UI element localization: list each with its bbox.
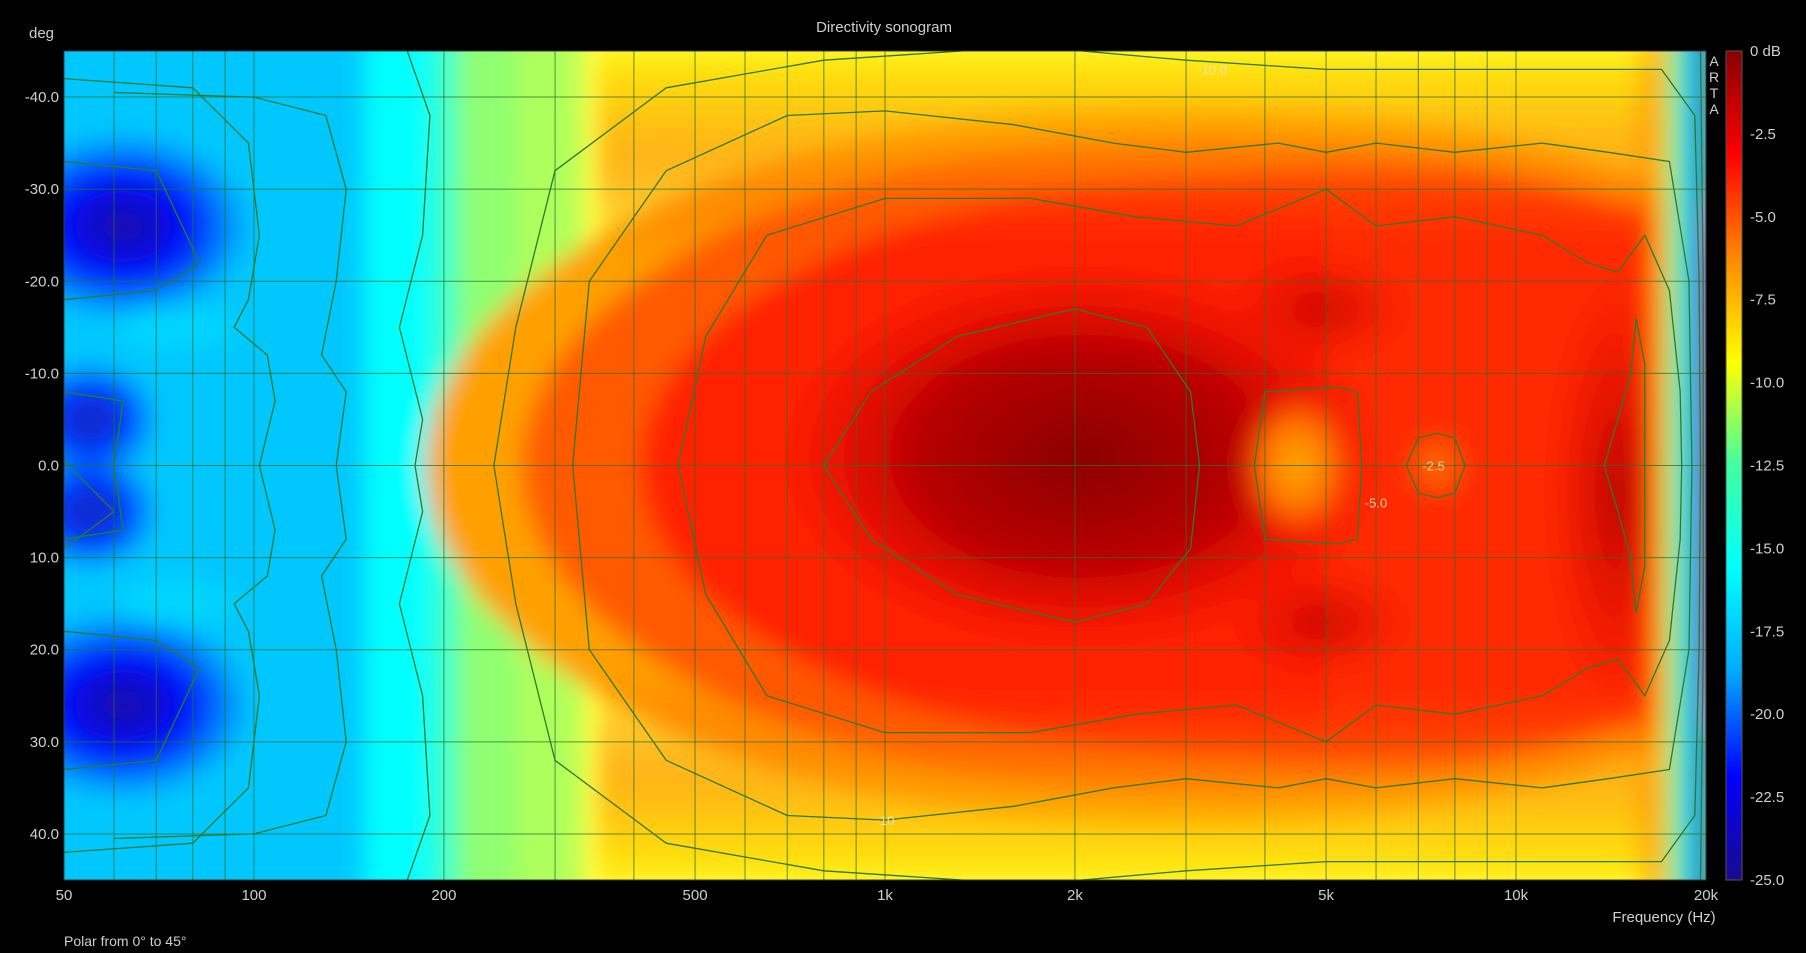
heatmap-area: -10.0 -2.5 -5.0 -10: [64, 51, 1706, 880]
watermark-letter: A: [1709, 53, 1719, 69]
colorbar-tick-label: -12.5: [1750, 458, 1784, 475]
directivity-sonogram-chart: Directivity sonogram deg -10.0-2.5-5.0-1…: [25, 19, 1784, 949]
contour-label: -10.0: [1197, 62, 1227, 77]
contour-label: -5.0: [1365, 495, 1387, 510]
colorbar-tick-label: -2.5: [1750, 126, 1776, 143]
x-tick-label: 500: [683, 887, 708, 904]
x-tick-label: 10k: [1504, 887, 1529, 904]
contour-label: -2.5: [1422, 459, 1444, 474]
colorbar-tick-label: -25.0: [1750, 872, 1784, 889]
colorbar-tick-label: -17.5: [1750, 623, 1784, 640]
chart-title: Directivity sonogram: [816, 19, 952, 36]
watermark-letter: R: [1709, 69, 1719, 85]
colorbar-tick-label: -20.0: [1750, 706, 1784, 723]
y-tick-label: 20.0: [30, 642, 59, 659]
x-tick-label: 2k: [1067, 887, 1083, 904]
y-tick-label: -20.0: [25, 273, 59, 290]
x-tick-label: 50: [56, 887, 73, 904]
watermark-letter: A: [1709, 101, 1719, 117]
x-tick-label: 5k: [1318, 887, 1334, 904]
colorbar-tick-label: -15.0: [1750, 540, 1784, 557]
colorbar-tick-label: -5.0: [1750, 209, 1776, 226]
y-tick-label: -10.0: [25, 365, 59, 382]
colorbar-ticks: 0 dB -2.5 -5.0 -7.5 -10.0 -12.5 -15.0 -17.5 -20.…: [1750, 43, 1784, 889]
watermark-letter: T: [1710, 85, 1719, 101]
lf-ridge-lower: [115, 581, 236, 626]
footer-note: Polar from 0° to 45°: [64, 933, 186, 949]
lf-blue-lobe-lower: [64, 610, 253, 800]
y-tick-label: -40.0: [25, 89, 59, 106]
colorbar-tick-label: -10.0: [1750, 375, 1784, 392]
y-axis-label: deg: [29, 25, 54, 42]
colorbar-tick-label: -22.5: [1750, 789, 1784, 806]
y-axis-ticks: -40.0 -30.0 -20.0 -10.0 0.0 10.0 20.0 30.0 40.0: [25, 89, 59, 843]
y-tick-label: 10.0: [30, 550, 59, 567]
colorbar: [1725, 50, 1743, 881]
arta-watermark: ARTA: [1709, 53, 1719, 117]
colorbar-tick-label: -7.5: [1750, 292, 1776, 309]
y-tick-label: -30.0: [25, 181, 59, 198]
x-tick-label: 20k: [1694, 887, 1719, 904]
lf-blue-lobe-upper: [64, 131, 253, 321]
x-tick-label: 100: [241, 887, 266, 904]
y-tick-label: 0.0: [38, 458, 59, 475]
y-tick-label: 40.0: [30, 826, 59, 843]
x-axis-label: Frequency (Hz): [1612, 909, 1715, 926]
x-tick-label: 200: [431, 887, 456, 904]
contour-label: -10: [876, 813, 895, 828]
y-tick-label: 30.0: [30, 734, 59, 751]
x-axis-ticks: 50 100 200 500 1k 2k 5k 10k 20k: [56, 887, 1719, 904]
colorbar-tick-label: 0 dB: [1750, 43, 1781, 60]
x-tick-label: 1k: [877, 887, 893, 904]
lf-ridge-upper: [115, 305, 236, 350]
